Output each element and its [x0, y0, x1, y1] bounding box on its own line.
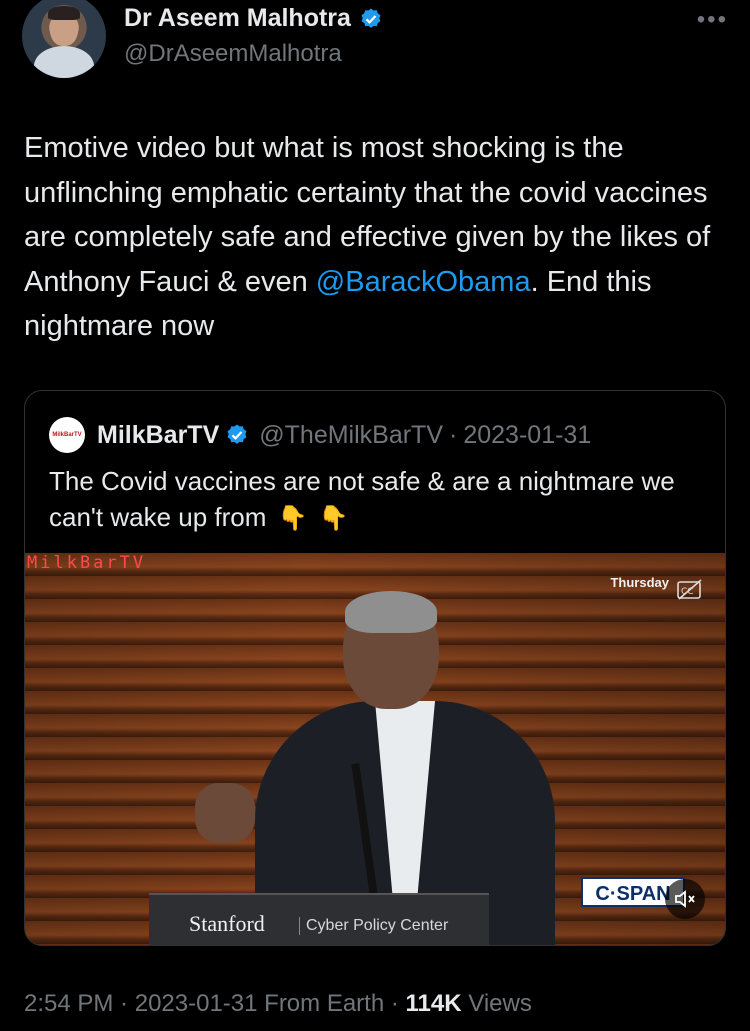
meta-separator: ·: [113, 990, 135, 1017]
verified-badge-icon: [361, 8, 381, 28]
quoted-avatar[interactable]: MilkBarTV: [49, 417, 85, 453]
separator-dot: ·: [449, 420, 458, 449]
quoted-author-name[interactable]: MilkBarTV: [97, 421, 219, 450]
author-name[interactable]: Dr Aseem Malhotra: [124, 4, 351, 33]
quoted-tweet[interactable]: MilkBarTV MilkBarTV @TheMilkBarTV · 2023…: [24, 390, 726, 946]
more-options-icon[interactable]: •••: [697, 6, 728, 34]
author-name-row: Dr Aseem Malhotra: [124, 4, 383, 33]
tweet-header: Dr Aseem Malhotra @DrAseemMalhotra •••: [22, 0, 728, 90]
tweet-time[interactable]: 2:54 PM: [24, 990, 113, 1017]
video-overlay-day: Thursday: [610, 575, 669, 590]
muted-speaker-icon: [675, 890, 695, 908]
tweet-meta: 2:54 PM · 2023-01-31 From Earth · 114K V…: [24, 990, 532, 1018]
podium-sub-label: Cyber Policy Center: [299, 917, 448, 935]
quoted-text-body: The Covid vaccines are not safe & are a …: [49, 466, 675, 532]
tweet-date[interactable]: 2023-01-31: [135, 990, 258, 1017]
video-watermark: MilkBarTV: [27, 553, 147, 573]
pointing-down-emoji-2: 👇: [318, 505, 349, 532]
podium-label: Stanford: [189, 911, 265, 936]
quoted-date[interactable]: 2023-01-31: [463, 421, 591, 450]
views-label: Views: [461, 990, 532, 1017]
tweet-text: Emotive video but what is most shocking …: [24, 126, 724, 349]
pointing-down-emoji: 👇: [277, 505, 308, 532]
quoted-tweet-text: The Covid vaccines are not safe & are a …: [49, 463, 709, 537]
quoted-tweet-header: MilkBarTV MilkBarTV @TheMilkBarTV · 2023…: [49, 417, 591, 453]
views-count[interactable]: 114K: [406, 990, 462, 1017]
author-handle[interactable]: @DrAseemMalhotra: [124, 40, 342, 68]
tweet-source: From Earth: [257, 990, 385, 1017]
author-avatar[interactable]: [22, 0, 106, 78]
video-player[interactable]: MilkBarTV Thursday CC Stanford Cyber Pol…: [25, 553, 725, 945]
meta-separator-2: ·: [384, 990, 406, 1017]
captions-icon[interactable]: CC: [677, 579, 703, 601]
mention-link[interactable]: @BarackObama: [316, 266, 531, 298]
podium: Stanford Cyber Policy Center: [149, 893, 489, 945]
mute-toggle[interactable]: [665, 879, 705, 919]
quoted-author-handle[interactable]: @TheMilkBarTV: [259, 421, 443, 450]
verified-badge-icon: [227, 424, 247, 444]
